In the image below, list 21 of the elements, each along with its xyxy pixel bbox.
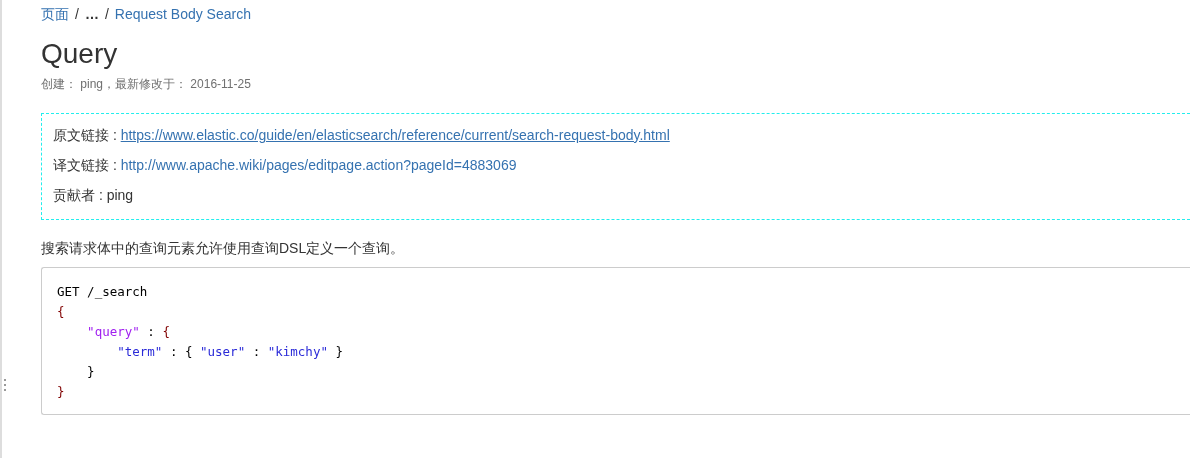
info-label: 译文链接 : [53, 156, 118, 173]
breadcrumb-separator: / [75, 5, 79, 24]
code-line: "query" : { [86, 323, 170, 339]
code-line: } [86, 363, 95, 379]
page-metadata: 创建： ping，最新修改于： 2016-11-25 [41, 75, 252, 93]
contributor-name: ping [106, 186, 134, 203]
code-line: GET /_search [57, 283, 148, 299]
code-line: { [57, 303, 65, 319]
intro-paragraph: 搜索请求体中的查询元素允许使用查询DSL定义一个查询。 [41, 238, 406, 258]
breadcrumb-separator: / [104, 5, 109, 24]
resize-handle[interactable] [4, 379, 6, 391]
translation-link[interactable]: http://www.apache.wiki/pages/editpage.action?pageId=4883069 [120, 156, 517, 173]
code-line: } [57, 383, 65, 399]
breadcrumb-ellipsis[interactable]: … [84, 4, 99, 25]
info-label: 原文链接 : [53, 126, 118, 143]
breadcrumb-link[interactable]: 页面 [41, 4, 69, 25]
breadcrumb-link[interactable]: Request Body Search [114, 4, 251, 25]
info-label: 贡献者 : [53, 186, 104, 203]
page-title: Query [41, 37, 119, 71]
code-line: "term" : { "user" : "kimchy" } [116, 343, 343, 359]
source-link[interactable]: https://www.elastic.co/guide/en/elasticsearch/reference/current/search-request-body.html [120, 126, 670, 143]
